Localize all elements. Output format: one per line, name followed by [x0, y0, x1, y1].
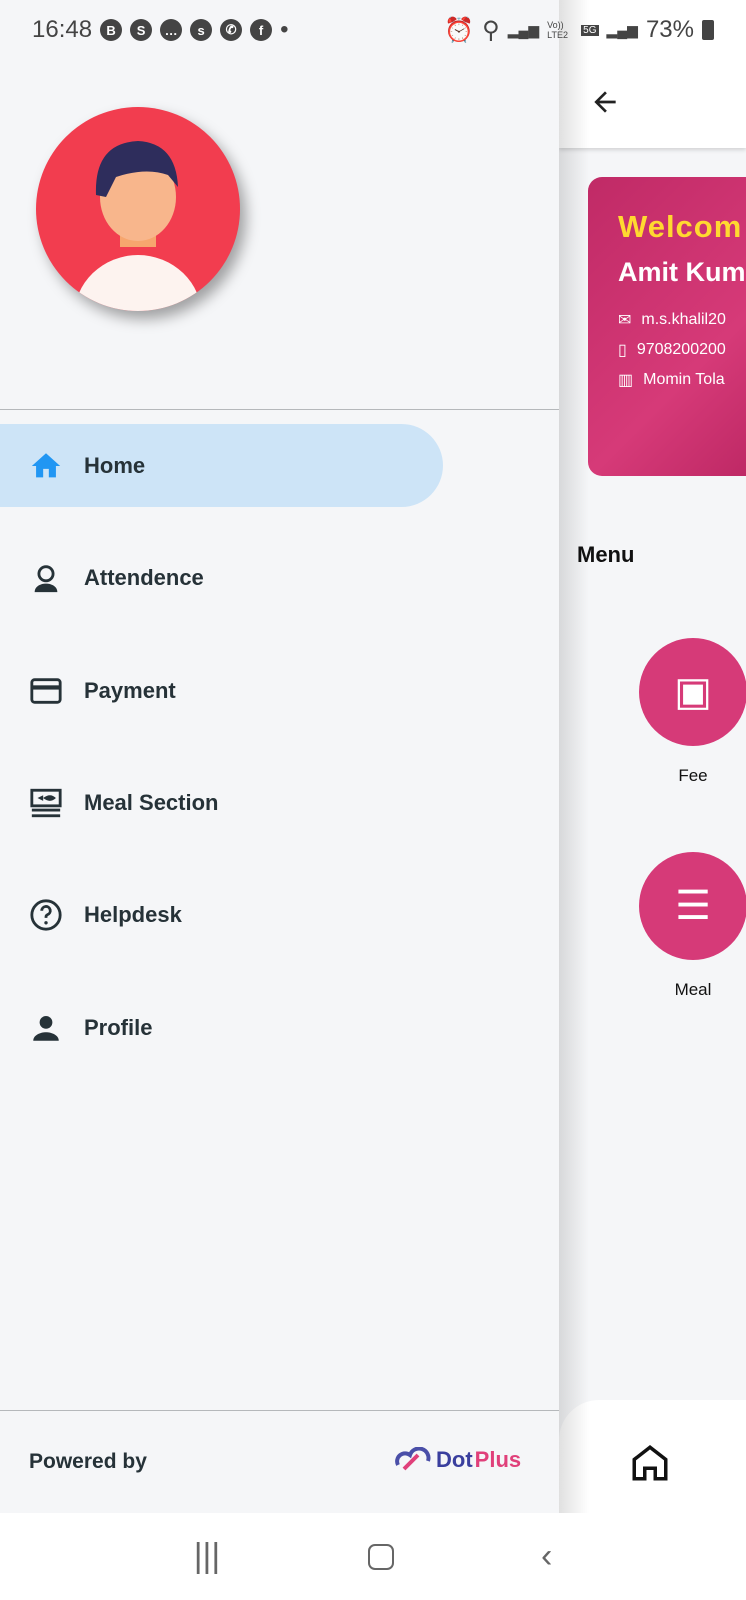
home-outline-icon[interactable]: [629, 1442, 671, 1484]
swiggy-icon: s: [190, 19, 213, 41]
more-dot-icon: •: [280, 16, 289, 43]
drawer-item-label: Helpdesk: [84, 901, 182, 927]
divider: [0, 1410, 559, 1411]
drawer-item-home[interactable]: Home: [0, 424, 443, 507]
powered-by-label: Powered by: [29, 1450, 147, 1473]
drawer-item-label: Home: [84, 452, 146, 478]
menu-item-fee[interactable]: ▣ Fee: [639, 638, 746, 786]
back-arrow-icon[interactable]: [589, 86, 621, 118]
drawer-item-label: Profile: [84, 1014, 153, 1040]
message-icon: …: [160, 19, 183, 41]
business-icon: B: [100, 19, 123, 41]
phone-icon: ▯: [618, 342, 627, 359]
back-button[interactable]: ‹: [541, 1537, 552, 1576]
lte-label: Vo)) LTE2: [547, 20, 568, 40]
location-icon: ⚲: [482, 16, 500, 44]
menu-label: Meal: [674, 980, 712, 999]
drawer-item-attendence[interactable]: Attendence: [0, 536, 443, 619]
user-address: Momin Tola: [643, 371, 725, 388]
welcome-card: Welcom Amit Kum ✉ m.s.khalil20 ▯ 970820020…: [588, 177, 746, 476]
signal-icon: ▂▄▆: [507, 21, 540, 38]
system-nav-bar: ||| ‹: [0, 1513, 746, 1600]
phone-icon: ✆: [220, 19, 243, 41]
battery-icon: [702, 20, 714, 40]
drawer-item-helpdesk[interactable]: Helpdesk: [0, 873, 443, 956]
avatar[interactable]: [36, 107, 240, 311]
help-circle-icon: [30, 898, 62, 931]
welcome-text: Welcom: [618, 209, 743, 244]
5g-label: 5G: [581, 24, 599, 36]
set-meal-icon: [30, 788, 62, 817]
drawer-item-label: Attendence: [84, 564, 204, 590]
divider: [0, 409, 559, 410]
email-icon: ✉: [618, 312, 632, 329]
signal-icon: ▂▄▆: [606, 21, 638, 38]
dotplus-logo: Dot Plus: [394, 1447, 521, 1473]
drawer-item-payment[interactable]: Payment: [0, 649, 443, 732]
support-agent-icon: [34, 564, 58, 592]
status-bar: 16:48 B S … s ✆ f • ⏰ ⚲ ▂▄▆ Vo)) LTE2 5G…: [0, 0, 746, 60]
user-phone: 9708200200: [636, 341, 726, 358]
person-icon: [33, 1015, 59, 1041]
drawer-shadow: [559, 0, 589, 1513]
user-name: Amit Kum: [618, 257, 746, 287]
drawer-item-label: Meal Section: [84, 789, 219, 815]
credit-card-icon: [30, 677, 62, 704]
drawer-item-meal-section[interactable]: Meal Section: [0, 761, 443, 844]
facebook-icon: f: [250, 19, 273, 41]
dotplus-cloud-icon: [395, 1447, 431, 1471]
navigation-drawer: Home Attendence Payment Meal Section Hel…: [0, 0, 559, 1513]
set-meal-icon: ☰: [639, 852, 746, 960]
home-icon: [31, 452, 61, 477]
drawer-item-label: Payment: [84, 677, 176, 703]
home-button[interactable]: [367, 1543, 394, 1570]
building-icon: ▥: [618, 372, 634, 389]
user-email: m.s.khalil20: [641, 311, 726, 328]
menu-label: Fee: [678, 766, 708, 785]
menu-item-meal[interactable]: ☰ Meal: [639, 852, 746, 1000]
recents-button[interactable]: |||: [194, 1537, 221, 1576]
s-app-icon: S: [130, 19, 153, 41]
drawer-item-profile[interactable]: Profile: [0, 986, 443, 1069]
payments-icon: ▣: [639, 638, 746, 746]
alarm-icon: ⏰: [444, 16, 475, 44]
clock: 16:48: [32, 16, 93, 43]
person-avatar-icon: [74, 141, 202, 311]
battery-percent: 73%: [645, 16, 694, 43]
